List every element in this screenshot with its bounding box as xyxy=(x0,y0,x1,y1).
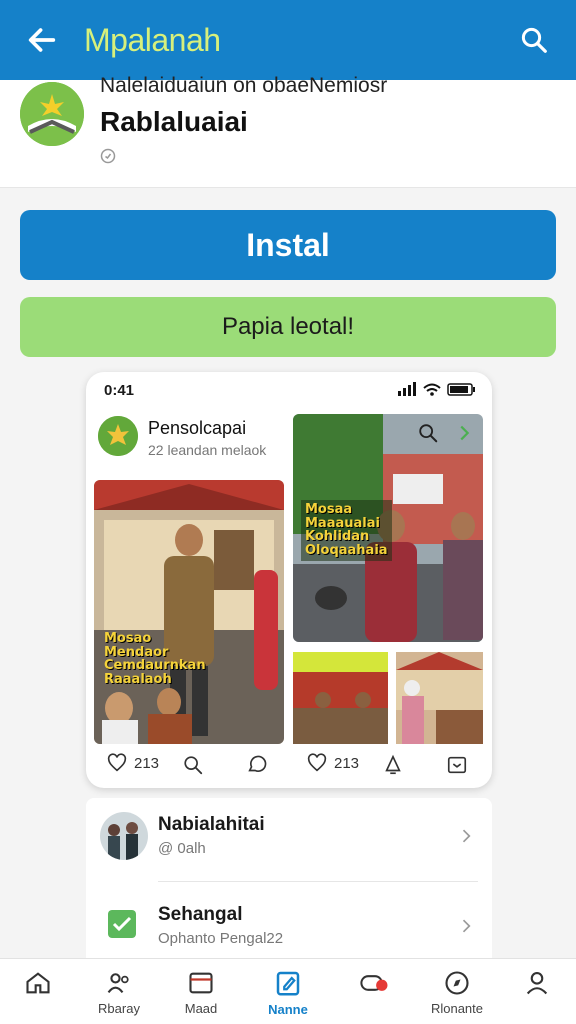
list-thumb xyxy=(100,812,148,860)
nav-home[interactable] xyxy=(0,959,79,1024)
post-title: Pensolcapai xyxy=(148,418,247,438)
search-icon xyxy=(419,424,438,443)
list-thumb xyxy=(108,910,136,938)
status-time: 0:41 xyxy=(104,382,135,399)
nav-edit[interactable]: Nanne xyxy=(247,959,329,1024)
chevron-right-icon xyxy=(460,425,470,441)
post-next-button[interactable] xyxy=(453,422,475,449)
post-actions-left: 213 xyxy=(106,752,159,774)
like-count-right: 213 xyxy=(334,754,360,772)
publisher-name[interactable]: Nalelaiduaiun on obaeNemiosr xyxy=(100,74,387,98)
arrow-left-icon xyxy=(28,28,56,52)
like-icon[interactable] xyxy=(106,752,128,774)
nav-label: Rlonante xyxy=(430,1001,484,1016)
nav-label: Nanne xyxy=(268,1002,308,1017)
people-icon xyxy=(107,973,129,993)
overlay-text-left: Mosao Mendaor Cemdaurnkan Raaalaoh xyxy=(104,631,206,687)
app-bar: Mpalanah xyxy=(0,0,576,80)
app-name: Rablaluaiai xyxy=(100,106,248,137)
chevron-right-icon xyxy=(462,829,471,843)
list-item-subtitle: @ 0alh xyxy=(158,840,206,857)
secondary-button[interactable]: Papia leotal! xyxy=(20,297,556,357)
post-photo-thumb-2[interactable] xyxy=(396,652,483,744)
home-icon xyxy=(26,972,50,994)
post-photo-main[interactable]: Mosao Mendaor Cemdaurnkan Raaalaoh xyxy=(94,480,284,744)
post-search-button[interactable] xyxy=(417,422,439,449)
app-header-card: Nalelaiduaiun on obaeNemiosr Rablaluaiai xyxy=(0,74,576,188)
nav-profile[interactable] xyxy=(496,959,576,1024)
post-actions-right: 213 xyxy=(306,752,359,774)
related-list: Nabialahitai @ 0alh Sehangal Ophanto Pen… xyxy=(86,798,492,960)
back-button[interactable] xyxy=(20,18,64,62)
notification-icon xyxy=(360,975,388,991)
nav-explore[interactable]: Rlonante xyxy=(416,959,498,1024)
like-icon[interactable] xyxy=(306,752,328,774)
comment-icon[interactable] xyxy=(246,754,268,776)
post-avatar[interactable] xyxy=(98,416,138,456)
bottom-navigation: Rbaray Maad Nanne Rlonante xyxy=(0,958,576,1024)
share-icon[interactable] xyxy=(382,754,404,776)
nav-label: Maad xyxy=(184,1001,218,1016)
nav-people[interactable]: Rbaray xyxy=(78,959,160,1024)
divider xyxy=(158,881,478,882)
post-photo-secondary[interactable]: Mosaa Maaaualai Kohlidan Oloqaahaia xyxy=(293,414,483,642)
verified-icon xyxy=(100,148,116,164)
nav-label: Rbaray xyxy=(98,1001,140,1016)
edit-icon xyxy=(276,971,300,996)
chevron-right-icon xyxy=(462,919,471,933)
list-item-title: Nabialahitai xyxy=(158,814,265,835)
status-icons xyxy=(398,380,478,403)
post-subtitle: 22 leandan melaok xyxy=(148,442,267,458)
search-icon[interactable] xyxy=(182,754,204,776)
nav-notifications[interactable] xyxy=(334,959,416,1024)
install-button[interactable]: Instal xyxy=(20,210,556,280)
like-count-left: 213 xyxy=(134,754,160,772)
screenshot-preview[interactable]: 0:41 Pensolcapai 22 leandan melaok Mosao… xyxy=(86,372,492,788)
profile-icon xyxy=(526,972,548,995)
nav-media[interactable]: Maad xyxy=(160,959,242,1024)
media-icon xyxy=(189,972,213,994)
post-photo-thumb-1[interactable] xyxy=(293,652,388,744)
search-icon xyxy=(521,27,547,53)
list-item[interactable]: Nabialahitai @ 0alh xyxy=(86,802,492,882)
compass-icon xyxy=(445,971,469,995)
overlay-text-right: Mosaa Maaaualai Kohlidan Oloqaahaia xyxy=(301,500,392,561)
app-title: Mpalanah xyxy=(84,21,221,58)
list-item-subtitle: Ophanto Pengal22 xyxy=(158,930,284,947)
bookmark-icon[interactable] xyxy=(446,754,468,776)
search-button[interactable] xyxy=(512,18,556,62)
list-item-title: Sehangal xyxy=(158,904,243,925)
app-logo xyxy=(20,82,84,146)
